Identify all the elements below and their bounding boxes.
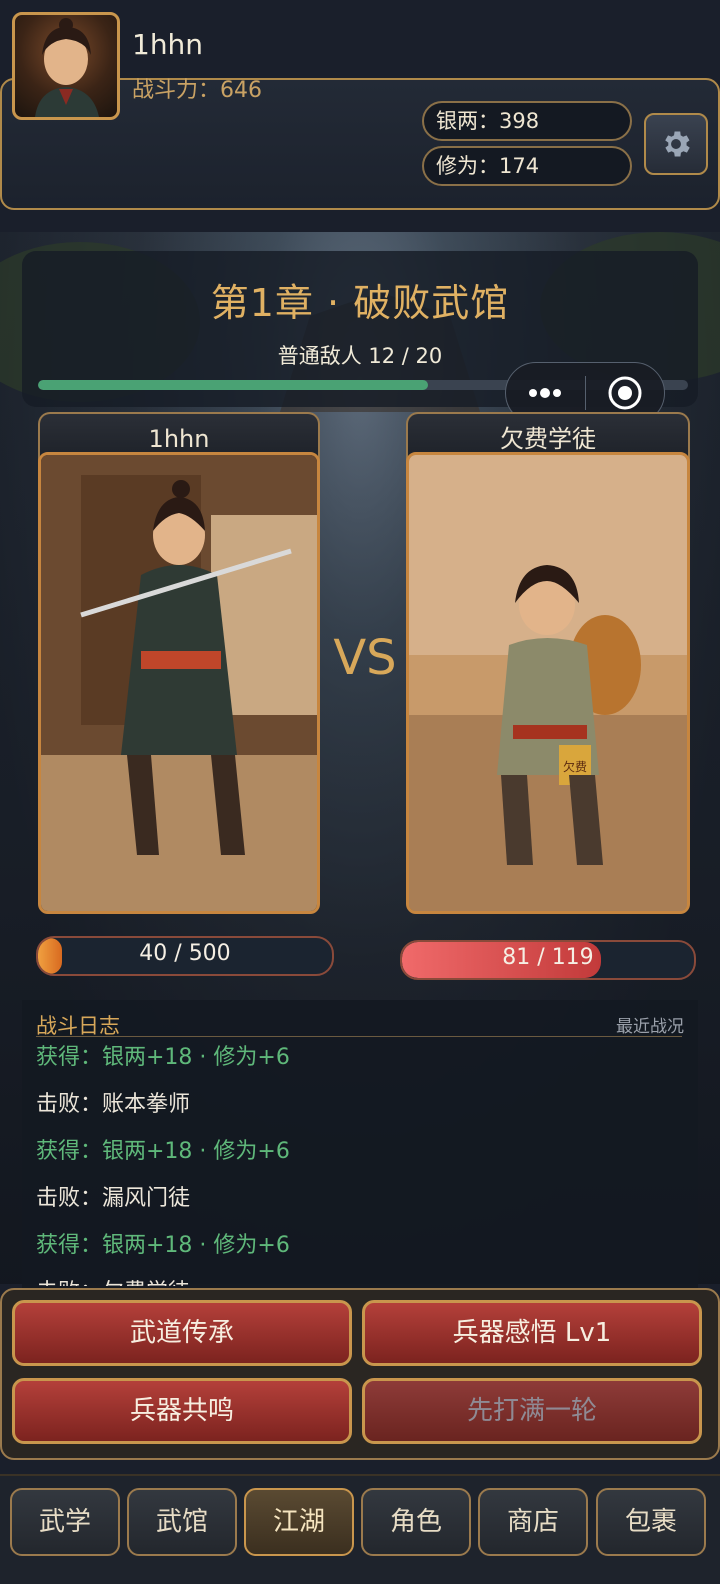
record-circle-icon	[608, 376, 642, 410]
versus-label: VS	[333, 630, 397, 686]
log-entry: 获得：银两+18 · 修为+6	[36, 1045, 290, 1070]
player-portrait-card	[38, 452, 320, 914]
settings-button[interactable]	[644, 113, 708, 175]
combat-power: 战斗力：646	[132, 78, 262, 103]
clear-round-button[interactable]: 先打满一轮	[362, 1378, 702, 1444]
log-entry: 击败：漏风门徒	[36, 1186, 191, 1211]
debt-badge: 欠费	[563, 759, 587, 774]
log-entry: 获得：银两+18 · 修为+6	[36, 1233, 290, 1258]
weapon-insight-button[interactable]: 兵器感悟 Lv1	[362, 1300, 702, 1366]
battle-log-subtitle: 最近战况	[616, 1017, 684, 1037]
enemy-hp-text: 81 / 119	[502, 945, 594, 970]
battle-log-divider	[36, 1036, 682, 1037]
stage-progress-fill	[38, 380, 428, 390]
player-name: 1hhn	[132, 28, 204, 61]
log-entry: 击败：欠费学徒	[36, 1275, 682, 1286]
player-portrait	[41, 455, 317, 911]
nav-tab-bag[interactable]: 包裹	[596, 1488, 706, 1556]
nav-tab-martial-arts[interactable]: 武学	[10, 1488, 120, 1556]
log-entry: 击败：账本拳师	[36, 1092, 191, 1117]
player-hp-bar: 40 / 500	[36, 936, 334, 976]
gear-icon	[665, 131, 690, 157]
weapon-resonance-button[interactable]: 兵器共鸣	[12, 1378, 352, 1444]
chapter-title: 第1章 · 破败武馆	[210, 281, 510, 325]
enemy-portrait-card: 欠费	[406, 452, 690, 914]
player-hp-text: 40 / 500	[139, 941, 231, 966]
enemy-portrait: 欠费	[409, 455, 687, 911]
nav-tab-character[interactable]: 角色	[361, 1488, 471, 1556]
enemy-hp-bar: 81 / 119	[400, 940, 696, 980]
log-entry: 获得：银两+18 · 修为+6	[36, 1139, 290, 1164]
more-dots-icon	[529, 388, 561, 398]
battle-log-list[interactable]: 获得：银两+18 · 修为+6 击败：账本拳师 获得：银两+18 · 修为+6 …	[36, 1040, 682, 1286]
player-avatar[interactable]	[12, 12, 120, 120]
nav-tab-jianghu[interactable]: 江湖	[244, 1488, 354, 1556]
nav-tab-dojo[interactable]: 武馆	[127, 1488, 237, 1556]
nav-tab-shop[interactable]: 商店	[478, 1488, 588, 1556]
martial-inheritance-button[interactable]: 武道传承	[12, 1300, 352, 1366]
silver-counter: 银两：398	[422, 101, 632, 141]
cultivation-counter: 修为：174	[422, 146, 632, 186]
